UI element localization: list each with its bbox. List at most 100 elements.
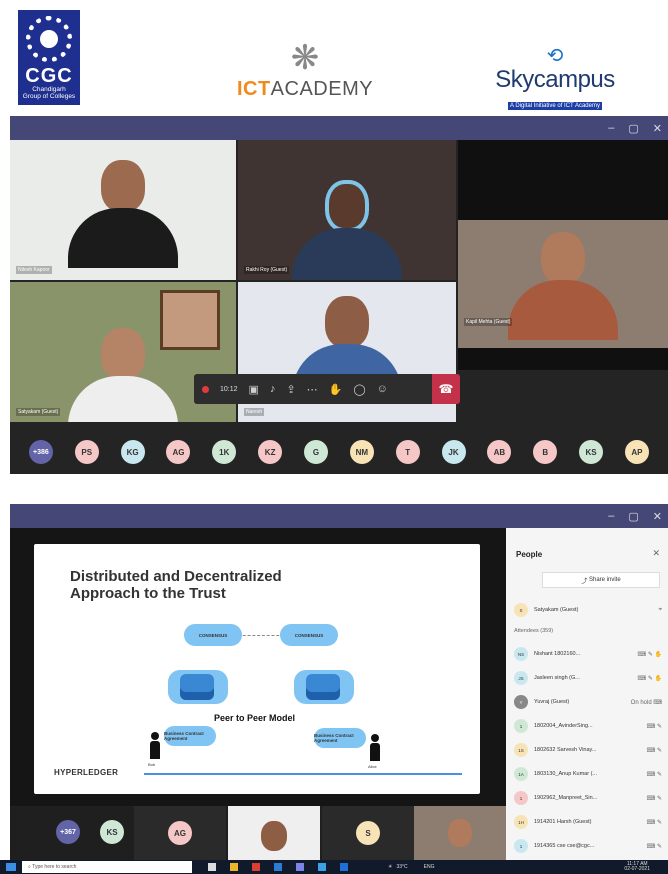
participant-name: 1914365 cse cse@cgc... [534,843,595,849]
avatar[interactable]: AP [624,440,649,464]
attendee-row[interactable]: NS Nishant 1802160... ⌨ ✎ ✋ [514,644,662,664]
raise-hand-button[interactable]: ✋ [329,383,343,396]
attendee-row[interactable]: 1H 1914201 Harsh (Guest) ⌨ ✎ [514,812,662,832]
participant-status-icons: ⌨ ✎ [646,723,662,730]
video-tile[interactable]: Rakhi Roy (Guest) [238,140,456,280]
file-explorer-icon[interactable] [230,863,238,871]
people-panel: People ✕ ⤴ Share invite S Satyakam (Gues… [506,528,668,860]
avatar: NS [514,647,528,661]
slide-title-line1: Distributed and Decentralized [70,568,282,585]
avatar: AG [168,821,192,845]
participant-video [508,232,618,340]
consensus-cloud: CONSENSUS [280,624,338,646]
participant-name: Satyakam (Guest) [534,607,579,613]
share-invite-label: Share invite [588,577,621,583]
consensus-cloud: CONSENSUS [184,624,242,646]
avatar[interactable]: 1K [212,440,237,464]
avatar[interactable]: G [303,440,328,464]
video-tile[interactable] [414,806,506,860]
participant-name: Rakhi Roy (Guest) [244,266,290,274]
clock-date: 02-07-2021 [624,866,650,872]
ict-logo-rest: ACADEMY [270,78,374,100]
avatar[interactable]: +386 [28,440,53,464]
avatar[interactable]: NM [349,440,374,464]
attendee-row[interactable]: 1 1914365 cse cse@cgc... ⌨ ✎ [514,836,662,856]
call-control-bar: 10:12 ▣ ♪ ⇪ ⋯ ✋ ◯ ☺ ☎ [194,374,460,404]
avatar[interactable]: PS [74,440,99,464]
meeting-window-presentation: – ▢ ✕ Distributed and Decentralized Appr… [10,504,668,860]
attendee-row[interactable]: Y Yuvraj (Guest) On hold ⌨ [514,692,662,712]
video-tile[interactable] [228,806,320,860]
video-tile[interactable]: AG [134,806,226,860]
avatar[interactable]: T [395,440,420,464]
avatar[interactable]: KS [579,440,604,464]
attendee-row[interactable]: 1A 1803130_Anup Kumar (... ⌨ ✎ [514,764,662,784]
attendee-row[interactable]: 1S 1802632 Sarvesh Vinay... ⌨ ✎ [514,740,662,760]
participant-status-icons: ⌨ ✎ ✋ [637,675,663,682]
minimize-button[interactable]: – [608,122,614,134]
participant-video [68,328,178,422]
close-button[interactable]: ✕ [653,122,662,135]
close-panel-button[interactable]: ✕ [652,548,660,559]
close-button[interactable]: ✕ [653,510,662,523]
video-tile[interactable]: Kapil Mehta (Guest) [458,140,668,370]
presentation-slide: Distributed and Decentralized Approach t… [34,544,480,794]
attendee-row[interactable]: JS Jasleen singh (G... ⌨ ✎ ✋ [514,668,662,688]
participant-name: 1803130_Anup Kumar (... [534,771,597,777]
hang-up-button[interactable]: ☎ [432,374,460,404]
app-icon[interactable] [340,863,348,871]
avatar: S [356,821,380,845]
participant-name: 1802004_AvinderSing... [534,723,593,729]
avatar: S [514,603,528,617]
teams-icon[interactable] [296,863,304,871]
camera-toggle-button[interactable]: ▣ [249,383,259,396]
mic-toggle-button[interactable]: ♪ [270,383,276,395]
attendee-row[interactable]: 1 1802004_AvinderSing... ⌨ ✎ [514,716,662,736]
person-icon [150,732,160,760]
pin-icon[interactable]: ⌖ [659,607,662,614]
window-titlebar: – ▢ ✕ [10,504,668,528]
language-indicator[interactable]: ENG [424,864,435,870]
attendee-row[interactable]: 1 1902962_Manpreet_Sin... ⌨ ✎ [514,788,662,808]
taskbar-search-input[interactable]: ⌕ Type here to search [22,861,192,873]
avatar: 1H [514,815,528,829]
avatar[interactable]: B [533,440,558,464]
app-icon[interactable] [252,863,260,871]
sync-icon: ⟲ [546,45,564,67]
share-invite-button[interactable]: ⤴ Share invite [542,572,660,588]
avatar[interactable]: +367 [56,820,80,844]
avatar[interactable]: KG [120,440,145,464]
minimize-button[interactable]: – [608,510,614,522]
task-view-icon[interactable] [208,863,216,871]
more-options-button[interactable]: ⋯ [307,383,318,396]
call-timer: 10:12 [220,385,238,393]
attendees-header[interactable]: Attendees (359) [514,628,553,634]
presenter-row[interactable]: S Satyakam (Guest) ⌖ [514,600,662,620]
app-icon[interactable] [318,863,326,871]
cgc-logo-sub1: Chandigarh [32,86,66,93]
weather-icon[interactable]: ☀ [388,864,392,870]
avatar[interactable]: KS [100,820,124,844]
participant-status-icons: ⌨ ✎ [646,747,662,754]
maximize-button[interactable]: ▢ [628,122,638,135]
cgc-logo-sub2: Group of Colleges [22,93,76,100]
avatar[interactable]: AG [166,440,191,464]
share-screen-button[interactable]: ⇪ [286,383,295,396]
windows-start-icon[interactable] [6,863,16,871]
video-tile[interactable]: S [322,806,414,860]
participants-button[interactable]: ☺ [377,383,388,395]
avatar[interactable]: JK [441,440,466,464]
participant-name: 1902962_Manpreet_Sin... [534,795,598,801]
avatar[interactable]: KZ [258,440,283,464]
avatar[interactable]: AB [487,440,512,464]
participant-video [68,160,178,268]
participant-name: Nishant 1802160... [534,651,581,657]
chat-button[interactable]: ◯ [353,383,365,396]
participant-video [448,819,472,847]
gear-icon [26,16,72,62]
taskbar-clock[interactable]: 11:17 AM 02-07-2021 [624,862,650,872]
maximize-button[interactable]: ▢ [628,510,638,523]
app-icon[interactable] [274,863,282,871]
participant-status-icons: ⌨ ✎ [646,795,662,802]
video-tile[interactable]: Nitesh Kapoor [10,140,236,280]
